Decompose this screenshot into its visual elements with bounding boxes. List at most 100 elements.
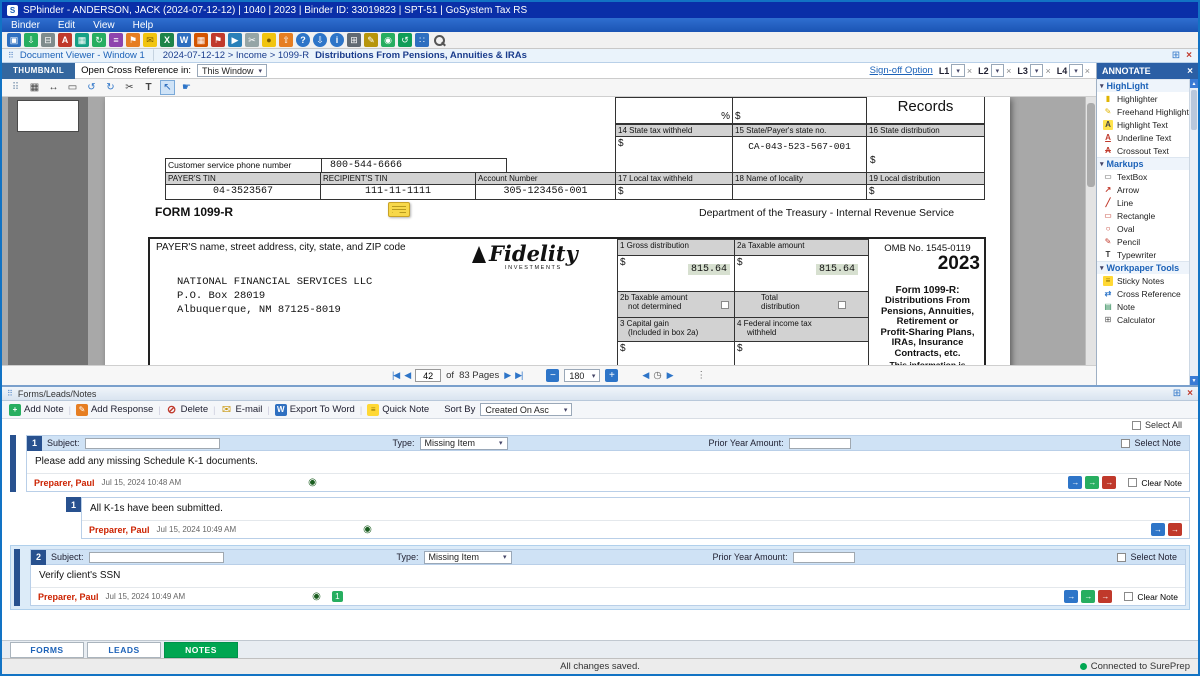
- popout-icon[interactable]: ⊞: [1173, 388, 1181, 399]
- view-icon[interactable]: ◉: [381, 33, 395, 47]
- calculator-icon[interactable]: ⊞: [347, 33, 361, 47]
- close-icon[interactable]: ×: [1187, 388, 1193, 399]
- export-note-icon[interactable]: →: [1151, 523, 1165, 536]
- level-3-select[interactable]: ▾: [1030, 64, 1044, 77]
- hand-icon[interactable]: ☛: [179, 80, 194, 95]
- sync-icon[interactable]: ↺: [398, 33, 412, 47]
- drag-handle-icon[interactable]: ⠿: [7, 389, 13, 398]
- signoff-stamp-icon[interactable]: ◉: [308, 477, 317, 488]
- select-note-checkbox[interactable]: [1117, 553, 1126, 562]
- export-to-word-button[interactable]: WExport To Word: [275, 404, 355, 416]
- close-icon[interactable]: ×: [1186, 50, 1192, 61]
- history-back-button[interactable]: ◀: [642, 370, 648, 381]
- grid-icon[interactable]: ▦: [194, 33, 208, 47]
- clear-note-checkbox[interactable]: [1128, 478, 1137, 487]
- more-options-icon[interactable]: ⋮: [697, 370, 707, 381]
- info-icon[interactable]: i: [330, 33, 344, 47]
- fit-width-icon[interactable]: ↔: [46, 80, 61, 95]
- text-select-icon[interactable]: T: [141, 80, 156, 95]
- annotate-scrollbar[interactable]: ▲ ▼: [1189, 79, 1198, 385]
- sort-by-select[interactable]: Created On Asc▾: [480, 403, 572, 416]
- apps-icon[interactable]: ∷: [415, 33, 429, 47]
- history-clock-icon[interactable]: ◷: [653, 370, 661, 381]
- prior-year-input[interactable]: [789, 438, 851, 449]
- rotate-right-icon[interactable]: ↻: [103, 80, 118, 95]
- cross-ref-select[interactable]: This Window ▾: [197, 64, 267, 77]
- tool-cross-reference[interactable]: ⇄Cross Reference: [1097, 287, 1198, 300]
- prior-year-input[interactable]: [793, 552, 855, 563]
- page-thumbnail[interactable]: [17, 100, 79, 132]
- level-2-select[interactable]: ▾: [991, 64, 1005, 77]
- export-note-icon[interactable]: →: [1068, 476, 1082, 489]
- level-1-select[interactable]: ▾: [951, 64, 965, 77]
- upload-icon[interactable]: ⇧: [279, 33, 293, 47]
- tool-highlighter[interactable]: ▮Highlighter: [1097, 92, 1198, 105]
- tab-forms[interactable]: FORMS: [10, 642, 84, 658]
- tool-pencil[interactable]: ✎Pencil: [1097, 235, 1198, 248]
- tool-typewriter[interactable]: TTypewriter: [1097, 248, 1198, 261]
- tab-notes[interactable]: NOTES: [164, 642, 238, 658]
- annotate-group-workpaper-tools[interactable]: ▾Workpaper Tools: [1097, 261, 1198, 274]
- scrollbar-thumb[interactable]: [1191, 90, 1197, 130]
- signoff-option-link[interactable]: Sign-off Option: [870, 65, 933, 76]
- signoff-stamp-icon[interactable]: ◉: [363, 524, 372, 535]
- edit-icon[interactable]: ✎: [364, 33, 378, 47]
- reference-count-badge[interactable]: 1: [332, 591, 343, 602]
- email-icon[interactable]: ✉: [143, 33, 157, 47]
- organize-icon[interactable]: ≡: [109, 33, 123, 47]
- help-icon[interactable]: ?: [296, 33, 310, 47]
- export-pdf-icon[interactable]: A: [58, 33, 72, 47]
- level-1-clear-icon[interactable]: ×: [967, 66, 972, 76]
- zoom-in-button[interactable]: +: [605, 369, 618, 382]
- rotate-left-icon[interactable]: ↺: [84, 80, 99, 95]
- tool-rectangle[interactable]: ▭Rectangle: [1097, 209, 1198, 222]
- note-subject-input[interactable]: [85, 438, 220, 449]
- fit-page-icon[interactable]: ▭: [65, 80, 80, 95]
- tool-underline-text[interactable]: AUnderline Text: [1097, 131, 1198, 144]
- tool-note[interactable]: ▤Note: [1097, 300, 1198, 313]
- lock-icon[interactable]: ●: [262, 33, 276, 47]
- zoom-out-button[interactable]: −: [546, 369, 559, 382]
- respond-note-icon[interactable]: →: [1081, 590, 1095, 603]
- respond-note-icon[interactable]: →: [1085, 476, 1099, 489]
- quick-note-button[interactable]: ≡Quick Note: [367, 404, 429, 416]
- close-icon[interactable]: ×: [1187, 66, 1193, 77]
- cursor-icon[interactable]: ↖: [160, 80, 175, 95]
- previous-page-button[interactable]: ◀: [404, 370, 410, 381]
- menu-binder[interactable]: Binder: [2, 20, 49, 31]
- clear-note-checkbox[interactable]: [1124, 592, 1133, 601]
- export-note-icon[interactable]: →: [1064, 590, 1078, 603]
- excel-icon[interactable]: X: [160, 33, 174, 47]
- note-type-select[interactable]: Missing Item▾: [424, 551, 512, 564]
- snapshot-icon[interactable]: ✂: [245, 33, 259, 47]
- page-number-input[interactable]: [415, 369, 441, 382]
- bookmark-icon[interactable]: ⚑: [126, 33, 140, 47]
- next-page-button[interactable]: ▶: [504, 370, 510, 381]
- refresh-icon[interactable]: ↻: [92, 33, 106, 47]
- thumbnails-icon[interactable]: ▦: [27, 80, 42, 95]
- thumbnail-strip[interactable]: [8, 97, 88, 365]
- import-icon[interactable]: ⇩: [24, 33, 38, 47]
- drag-handle-icon[interactable]: ⠿: [8, 80, 23, 95]
- tab-leads[interactable]: LEADS: [87, 642, 161, 658]
- zoom-select[interactable]: 180▾: [564, 369, 600, 382]
- delete-note-icon[interactable]: →: [1098, 590, 1112, 603]
- drag-handle-icon[interactable]: ⠿: [8, 51, 14, 60]
- delete-note-icon[interactable]: →: [1102, 476, 1116, 489]
- note-subject-input[interactable]: [89, 552, 224, 563]
- select-note-checkbox[interactable]: [1121, 439, 1130, 448]
- level-4-select[interactable]: ▾: [1069, 64, 1083, 77]
- scroll-up-icon[interactable]: ▲: [1190, 79, 1198, 88]
- tool-sticky-notes[interactable]: ≡Sticky Notes: [1097, 274, 1198, 287]
- add-response-button[interactable]: ✎Add Response: [76, 404, 153, 416]
- tool-oval[interactable]: ○Oval: [1097, 222, 1198, 235]
- delete-note-icon[interactable]: →: [1168, 523, 1182, 536]
- tool-arrow[interactable]: ↗Arrow: [1097, 183, 1198, 196]
- tool-line[interactable]: ╱Line: [1097, 196, 1198, 209]
- last-page-button[interactable]: ▶|: [515, 370, 522, 381]
- menu-view[interactable]: View: [84, 20, 124, 31]
- search-icon[interactable]: [432, 33, 446, 47]
- tool-calculator[interactable]: ⊞Calculator: [1097, 313, 1198, 326]
- print-icon[interactable]: ⊟: [41, 33, 55, 47]
- tool-textbox[interactable]: ▭TextBox: [1097, 170, 1198, 183]
